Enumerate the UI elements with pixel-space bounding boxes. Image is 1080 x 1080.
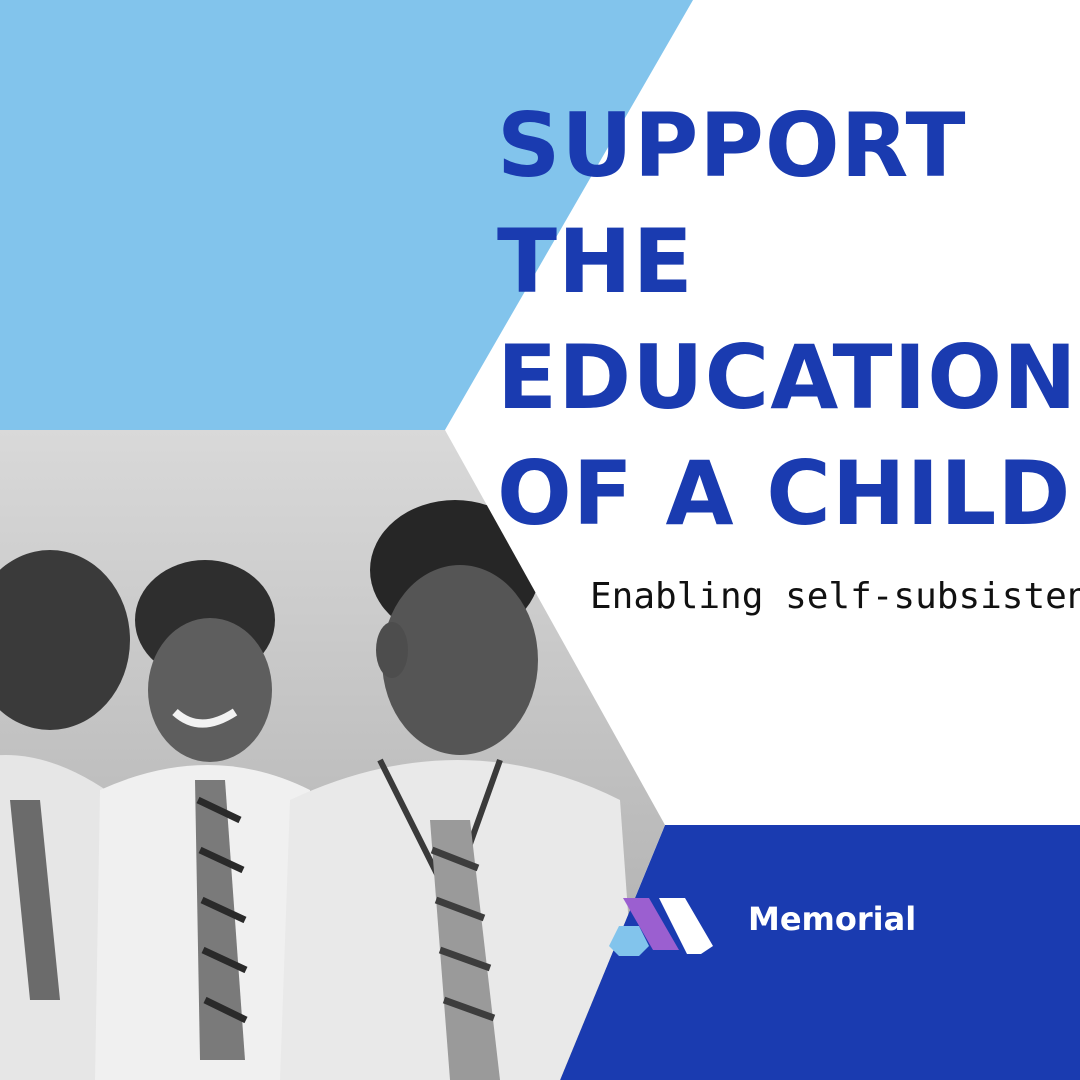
headline-line-3: EDUCATION	[497, 326, 1078, 429]
headline-line-1: SUPPORT	[497, 94, 967, 197]
brand-name: Memorial	[748, 900, 917, 938]
headline-line-4: OF A CHILD	[497, 442, 1072, 545]
headline: SUPPORT THE EDUCATION OF A CHILD	[497, 88, 1078, 552]
headline-line-2: THE	[497, 210, 694, 313]
tagline: Enabling self-subsistence-	[590, 576, 1080, 617]
poster: SUPPORT THE EDUCATION OF A CHILD Enablin…	[0, 0, 1080, 1080]
memorial-logo-icon	[609, 898, 713, 956]
